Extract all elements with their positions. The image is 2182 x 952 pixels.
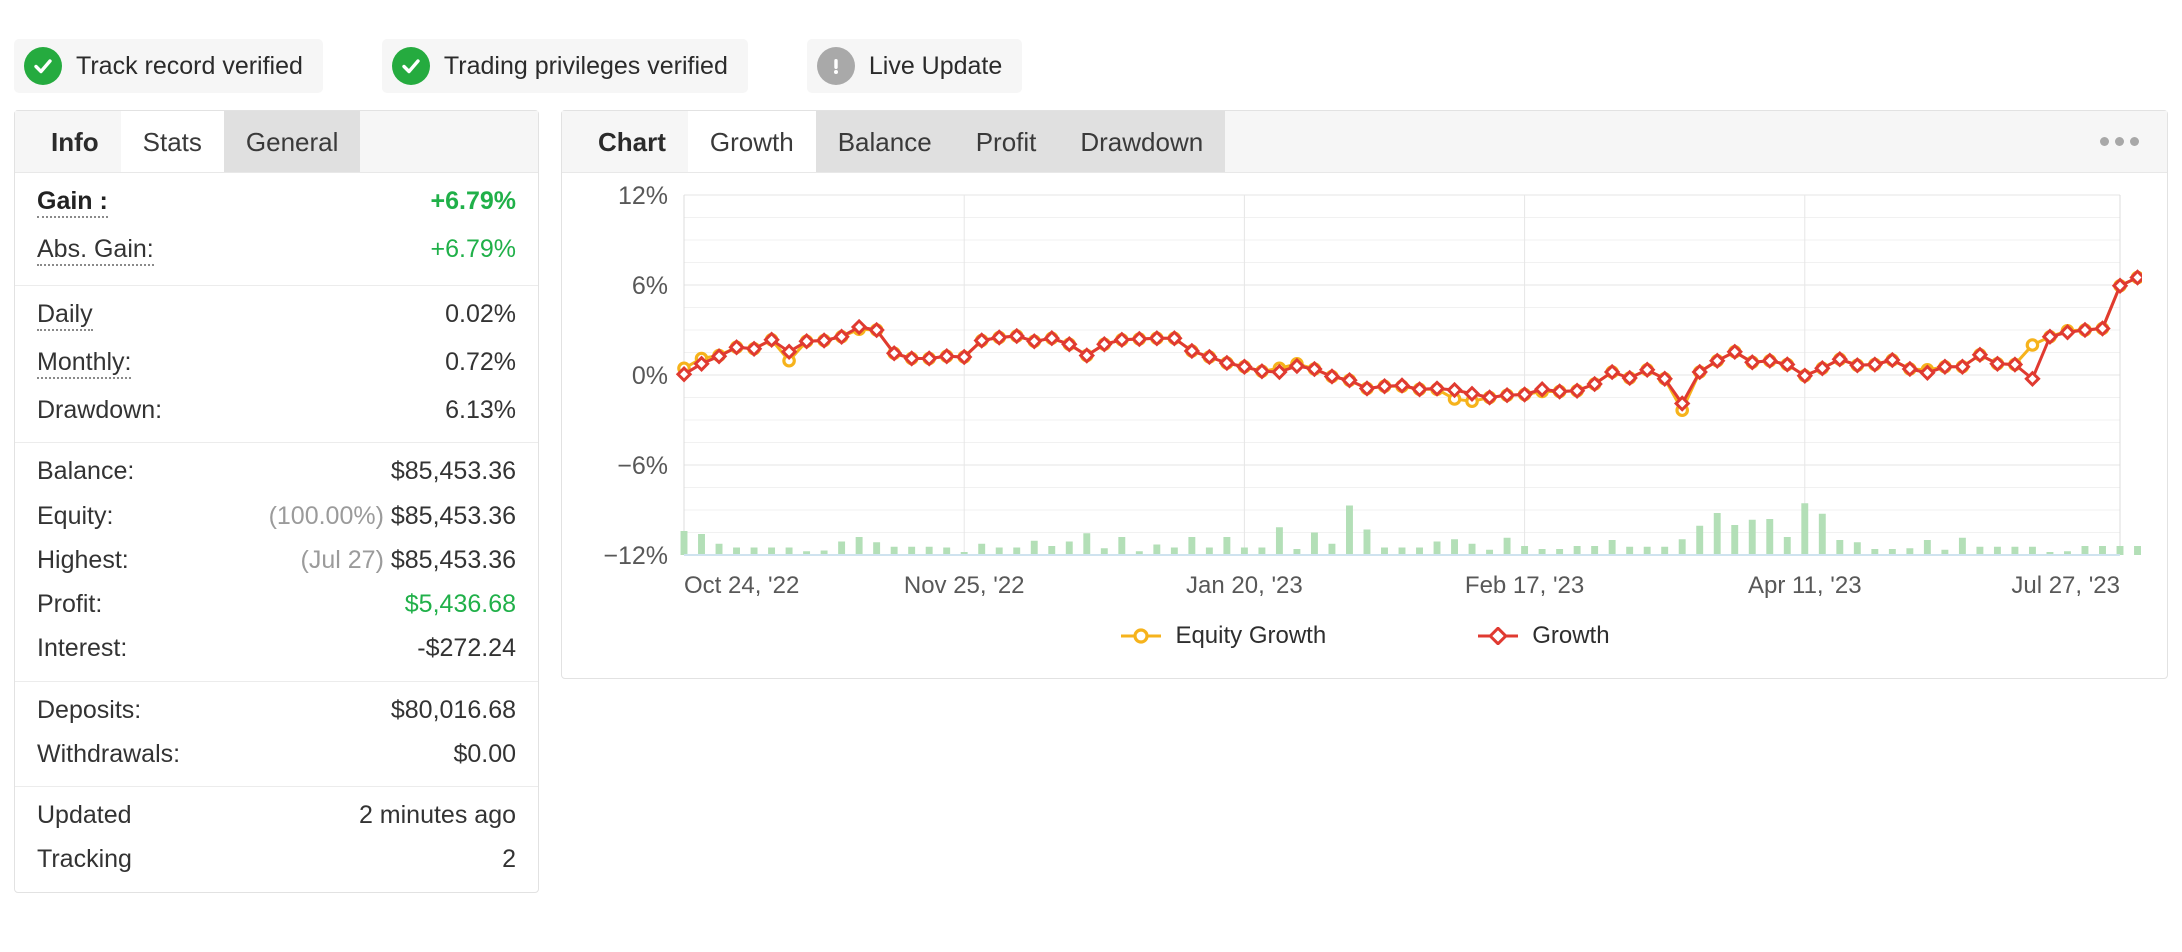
tab-general[interactable]: General [223,111,361,172]
svg-text:Nov 25, '22: Nov 25, '22 [904,572,1025,599]
stat-row-highest: Highest: (Jul 27) $85,453.36 [37,538,516,582]
badge-label: Trading privileges verified [443,51,728,80]
stat-value: $85,453.36 [390,457,516,486]
ellipsis-icon[interactable] [2092,111,2147,172]
svg-text:Feb 17, '23: Feb 17, '23 [1465,572,1584,599]
tab-drawdown[interactable]: Drawdown [1058,111,1226,172]
stat-label: Tracking [37,845,132,874]
legend-label: Growth [1532,622,1610,649]
stat-label: Drawdown: [37,396,163,424]
stat-label: Monthly: [37,350,132,379]
stats-panel-title: Info [51,126,99,157]
tab-stats[interactable]: Stats [120,111,224,172]
stat-row-balance: Balance: $85,453.36 [37,449,516,493]
badge-trading-privileges-verified[interactable]: Trading privileges verified [381,39,748,93]
svg-text:Jul 27, '23: Jul 27, '23 [2011,572,2120,599]
stat-row-abs-gain: Abs. Gain: +6.79% [37,227,516,275]
chart-panel-title: Chart [598,126,666,157]
stat-row-equity: Equity: (100.00%) $85,453.36 [37,494,516,538]
stat-row-withdrawals: Withdrawals: $0.00 [37,732,516,776]
badge-track-record-verified[interactable]: Track record verified [14,39,323,93]
chart-tabbar: Chart Growth Balance Profit Drawdown [562,111,2167,173]
stats-panel: Info Stats General Gain : +6.79% Abs. Ga… [14,110,539,893]
chart-body: 12% 6% 0% −6% −12% Oct 24, '22 Nov 25, '22 Jan … [562,173,2167,678]
legend-item-equity-growth[interactable]: Equity Growth [1119,622,1326,650]
stat-row-tracking: Tracking 2 [37,837,516,881]
badge-label: Track record verified [76,51,303,80]
badge-label: Live Update [868,51,1003,80]
stat-value: +6.79% [430,187,517,215]
stat-value: -$272.24 [417,634,516,663]
tab-balance[interactable]: Balance [815,111,954,172]
stat-group-returns: Daily 0.02% Monthly: 0.72% Drawdown: 6.1… [15,285,538,442]
stat-label: Equity: [37,501,114,530]
stat-row-deposits: Deposits: $80,016.68 [37,688,516,732]
growth-chart[interactable]: 12% 6% 0% −6% −12% Oct 24, '22 Nov 25, '22 Jan … [572,181,2146,611]
stat-value-amount: $85,453.36 [390,501,516,530]
svg-text:Oct 24, '22: Oct 24, '22 [684,572,799,599]
svg-text:12%: 12% [618,182,668,210]
stat-row-daily: Daily 0.02% [37,292,516,340]
stat-row-gain: Gain : +6.79% [37,179,516,227]
stat-value: 6.13% [445,396,516,424]
svg-text:−6%: −6% [617,452,668,480]
stat-value: +6.79% [430,235,517,263]
tab-profit[interactable]: Profit [953,111,1059,172]
stat-value: (100.00%) $85,453.36 [268,501,516,530]
stat-value-prefix: (100.00%) [268,501,384,530]
stat-label: Abs. Gain: [37,237,154,266]
stat-value: $5,436.68 [404,590,516,618]
svg-text:Jan 20, '23: Jan 20, '23 [1186,572,1303,599]
stats-tabbar: Info Stats General [15,111,538,173]
stat-label: Profit: [37,590,103,618]
legend-marker-diamond-icon [1478,627,1519,645]
legend-label: Equity Growth [1175,622,1327,649]
stat-row-interest: Interest: -$272.24 [37,626,516,670]
stat-row-drawdown: Drawdown: 6.13% [37,388,516,432]
stat-value: 0.72% [445,348,516,376]
check-circle-icon [24,47,62,85]
stat-value: 0.02% [445,300,516,328]
stat-value: (Jul 27) $85,453.36 [301,547,516,573]
stat-row-profit: Profit: $5,436.68 [37,582,516,626]
legend-marker-circle-icon [1121,628,1162,644]
svg-text:Apr 11, '23: Apr 11, '23 [1748,572,1862,599]
stat-value: 2 minutes ago [358,801,516,829]
legend-item-growth[interactable]: Growth [1476,622,1610,650]
tab-growth[interactable]: Growth [687,111,816,172]
stat-value-prefix: (Jul 27) [300,545,384,574]
check-circle-icon [391,47,430,85]
stat-group-meta: Updated 2 minutes ago Tracking 2 [15,786,538,892]
stat-value: 2 [502,845,516,874]
chart-panel: Chart Growth Balance Profit Drawdown 12%… [561,110,2168,679]
stat-group-account: Balance: $85,453.36 Equity: (100.00%) $8… [15,442,538,680]
stat-label: Interest: [37,634,128,663]
svg-text:−12%: −12% [603,542,668,570]
exclamation-circle-icon [816,47,855,85]
stat-label: Daily [37,302,93,331]
stat-label: Withdrawals: [37,739,181,768]
stat-row-updated: Updated 2 minutes ago [37,793,516,837]
stat-label: Updated [37,801,132,829]
stat-label: Deposits: [37,695,142,724]
verification-badges: Track record verified Trading privileges… [0,0,2182,110]
stat-label: Balance: [37,457,135,486]
stat-row-monthly: Monthly: 0.72% [37,340,516,388]
svg-text:6%: 6% [632,272,668,300]
stat-group-gain: Gain : +6.79% Abs. Gain: +6.79% [15,173,538,285]
stat-label: Highest: [37,545,129,574]
stat-value-amount: $85,453.36 [390,545,516,574]
chart-legend: Equity Growth Growth [572,616,2157,672]
stat-value: $0.00 [453,739,516,768]
badge-live-update[interactable]: Live Update [806,39,1023,93]
svg-text:0%: 0% [632,362,668,390]
stat-group-funding: Deposits: $80,016.68 Withdrawals: $0.00 [15,680,538,787]
stat-value: $80,016.68 [390,695,516,724]
stat-label: Gain : [37,189,108,218]
